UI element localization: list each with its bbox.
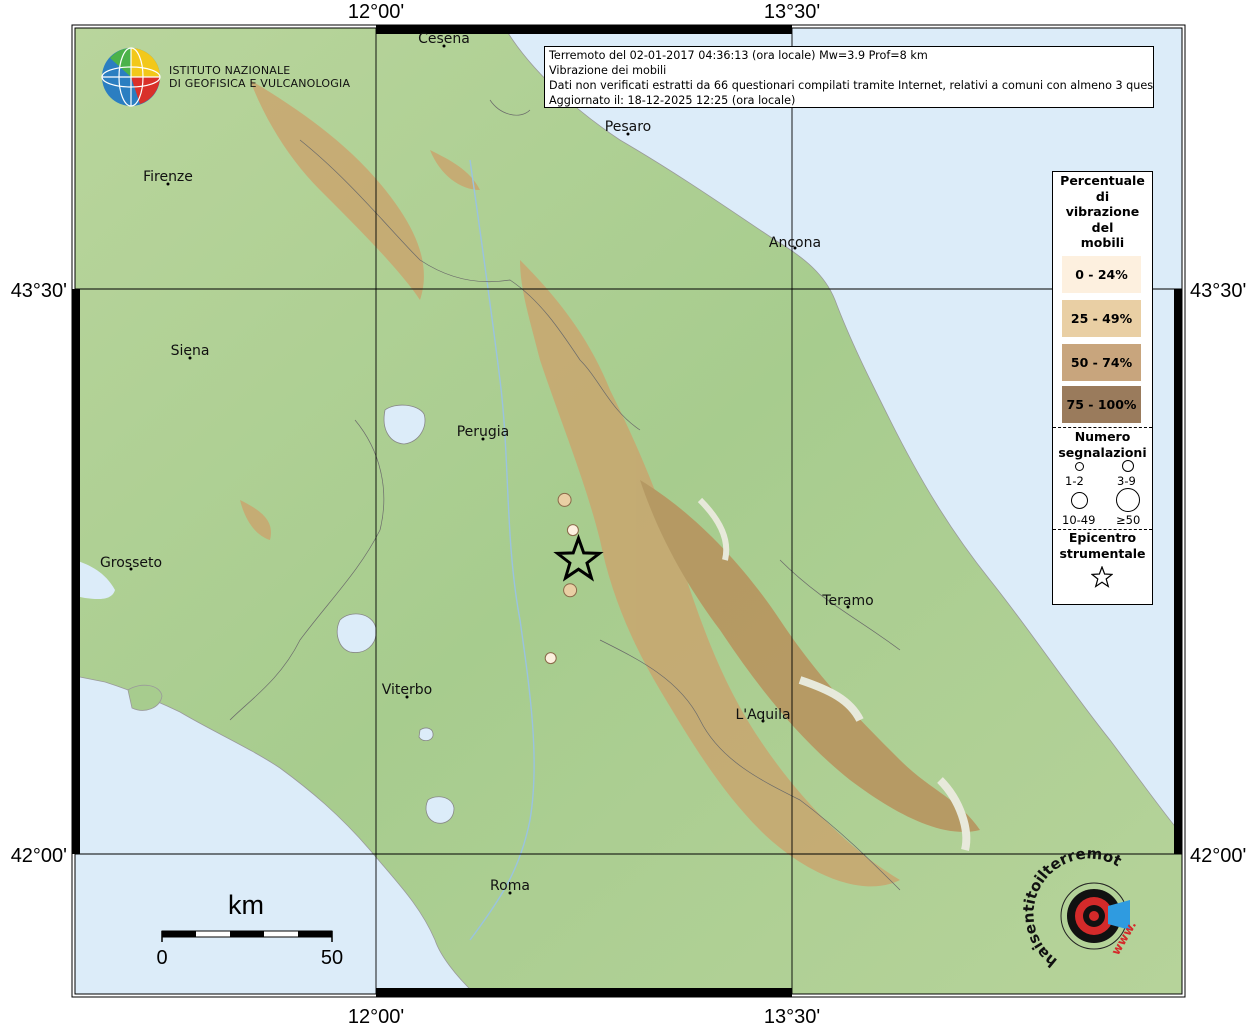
axis-top-label-1: 12°00' [348, 1, 404, 23]
axis-bottom-label-2: 13°30' [764, 1006, 820, 1024]
info-line-4: Aggiornato il: 18-12-2025 12:25 (ora loc… [549, 94, 796, 107]
count-symbol-xlarge [1116, 488, 1140, 512]
scale-segment [230, 931, 264, 937]
legend-swatch-25-49: 25 - 49% [1062, 300, 1141, 337]
city-teramo: Teramo [821, 593, 873, 609]
ingv-logo-text: ISTITUTO NAZIONALE DI GEOFISICA E VULCAN… [169, 64, 350, 90]
count-symbol-small [1075, 462, 1084, 471]
observation-point [557, 492, 572, 507]
legend-epicenter-title-line: strumentale [1059, 546, 1146, 561]
legend-swatch-75-100: 75 - 100% [1062, 386, 1141, 423]
ingv-logo-icon [101, 47, 161, 107]
scale-segment [298, 931, 332, 937]
info-line-2: Vibrazione dei mobili [549, 64, 667, 77]
legend-panel: Percentuale di vibrazione del mobili 0 -… [1052, 171, 1153, 605]
city-perugia: Perugia [457, 424, 510, 440]
legend-title-line: del [1091, 219, 1114, 235]
count-symbol-large [1071, 492, 1088, 509]
legend-star-icon [1091, 566, 1113, 588]
city-laquila: L'Aquila [735, 707, 790, 723]
city-viterbo: Viterbo [382, 682, 432, 698]
city-firenze: Firenze [143, 169, 193, 185]
legend-title-line: Percentuale [1060, 173, 1145, 188]
legend-title-line: mobili [1080, 235, 1125, 250]
count-label-3-9: 3-9 [1117, 474, 1136, 488]
legend-epicenter-title-line: Epicentro [1068, 530, 1137, 545]
logo-line-1: ISTITUTO NAZIONALE [169, 64, 291, 77]
observation-point [563, 583, 578, 598]
observation-point [544, 652, 557, 665]
lake-bracciano [425, 796, 455, 824]
scale-segment [162, 931, 196, 937]
scale-min: 0 [156, 947, 167, 969]
city-grosseto: Grosseto [100, 555, 162, 571]
axis-top-label-2: 13°30' [764, 1, 820, 23]
axis-left-label-2: 42°00' [11, 845, 67, 867]
count-label-1-2: 1-2 [1065, 474, 1084, 488]
legend-title-line: di [1095, 188, 1110, 204]
lake-bolsena [336, 613, 377, 653]
legend-count-title: Numero segnalazioni [1053, 429, 1152, 461]
axis-right-label-2: 42°00' [1190, 845, 1246, 867]
axis-right-label-1: 43°30' [1190, 280, 1246, 302]
legend-swatch-0-24: 0 - 24% [1062, 256, 1141, 293]
observation-point [566, 524, 579, 537]
info-line-3: Dati non verificati estratti da 66 quest… [549, 79, 1154, 92]
legend-swatch-50-74: 50 - 74% [1062, 344, 1141, 381]
city-roma: Roma [490, 878, 530, 894]
event-info-box: Terremoto del 02-01-2017 04:36:13 (ora l… [544, 46, 1154, 108]
axis-left-label-1: 43°30' [11, 280, 67, 302]
city-siena: Siena [171, 343, 210, 359]
scale-unit: km [228, 890, 264, 920]
lake-vico [418, 727, 434, 742]
legend-count-title-line: segnalazioni [1058, 445, 1147, 460]
info-line-1: Terremoto del 02-01-2017 04:36:13 (ora l… [549, 49, 928, 62]
count-symbol-medium [1122, 460, 1134, 472]
city-ancona: Ancona [769, 235, 821, 251]
legend-divider [1053, 427, 1152, 428]
axis-bottom-label-1: 12°00' [348, 1006, 404, 1024]
city-pesaro: Pesaro [605, 119, 651, 135]
legend-count-title-line: Numero [1074, 429, 1131, 444]
count-label-10-49: 10-49 [1062, 513, 1096, 527]
legend-epicenter-title: Epicentro strumentale [1053, 530, 1152, 562]
count-label-50plus: ≥50 [1116, 513, 1141, 527]
scale-max: 50 [321, 947, 343, 969]
city-cesena: Cesena [418, 31, 470, 47]
legend-title-line: vibrazione [1065, 204, 1140, 219]
logo-line-2: DI GEOFISICA E VULCANOLOGIA [169, 77, 351, 90]
legend-title: Percentuale di vibrazione del mobili [1053, 173, 1152, 251]
